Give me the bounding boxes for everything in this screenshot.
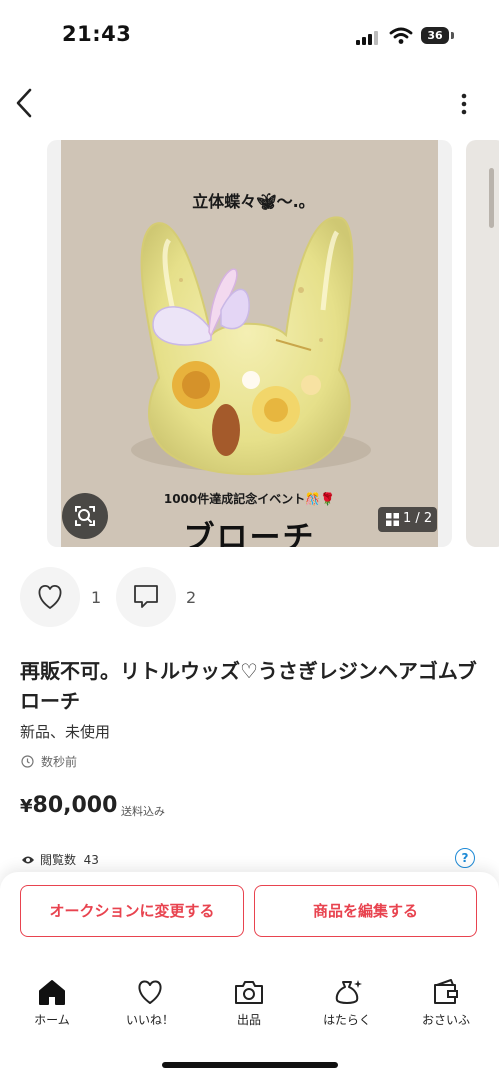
battery-level: 36 (421, 27, 449, 44)
tab-likes[interactable]: いいね！ (110, 978, 190, 1028)
clock-icon (21, 755, 34, 768)
photo-page-counter: 1 / 2 (378, 507, 437, 532)
tab-label: ホーム (34, 1013, 70, 1027)
next-photo-peek[interactable] (466, 140, 499, 547)
views-number: 43 (83, 853, 99, 867)
price-currency: ¥ (20, 796, 33, 817)
home-icon (39, 980, 65, 1005)
help-icon[interactable]: ? (455, 848, 475, 868)
price: ¥80,000 (20, 793, 117, 818)
lens-search-button[interactable] (62, 493, 108, 539)
edit-item-button[interactable]: 商品を編集する (254, 885, 477, 937)
views-label: 閲覧数 (40, 853, 77, 867)
wallet-icon (434, 979, 458, 1004)
views-count: 閲覧数 43 (40, 851, 99, 868)
battery-icon: 36 (421, 27, 455, 45)
tab-home[interactable]: ホーム (12, 978, 92, 1028)
shipping-label: 送料込み (121, 805, 165, 818)
page-counter-text: 1 / 2 (403, 511, 433, 526)
comment-count: 2 (186, 588, 197, 607)
image-search-icon (75, 506, 95, 526)
tab-label: はたらく (323, 1013, 371, 1027)
like-button[interactable] (20, 567, 80, 627)
change-to-auction-button[interactable]: オークションに変更する (20, 885, 244, 937)
photo-image: 立体蝶々🦋︎〜.｡ 1000件達成記念イベント🎊🌹 ブローチ (61, 140, 438, 547)
tab-label: おさいふ (421, 1013, 470, 1027)
tab-label: 出品 (236, 1013, 261, 1027)
heart-icon (138, 980, 162, 1004)
wifi-icon (389, 27, 413, 44)
comment-button[interactable] (116, 567, 176, 627)
tab-sell[interactable]: 出品 (209, 978, 289, 1028)
photo-event-text: 1000件達成記念イベント🎊🌹 (163, 492, 336, 506)
product-photo[interactable]: 立体蝶々🦋︎〜.｡ 1000件達成記念イベント🎊🌹 ブローチ (47, 140, 452, 547)
home-indicator (162, 1062, 338, 1068)
tab-label: いいね！ (125, 1013, 174, 1027)
tab-wallet[interactable]: おさいふ (406, 978, 486, 1028)
price-value: 80,000 (32, 793, 118, 818)
money-bag-icon (335, 980, 362, 1004)
more-icon[interactable] (452, 92, 476, 116)
signal-icon (356, 31, 380, 45)
item-title: 再販不可。リトルウッズ♡うさぎレジンヘアゴムブローチ (20, 659, 477, 713)
tab-work[interactable]: はたらく (307, 978, 387, 1028)
camera-icon (235, 981, 263, 1004)
comment-icon (134, 585, 158, 608)
photo-title-text: 立体蝶々🦋︎〜.｡ (192, 192, 307, 211)
eye-icon (22, 856, 34, 864)
scroll-indicator (489, 168, 494, 228)
status-time: 21:43 (62, 22, 132, 46)
grid-icon (386, 513, 399, 526)
posted-time: 数秒前 (41, 755, 78, 769)
like-count: 1 (91, 588, 102, 607)
back-icon[interactable] (12, 86, 38, 120)
heart-icon (38, 585, 62, 609)
item-condition: 新品、未使用 (20, 723, 111, 741)
